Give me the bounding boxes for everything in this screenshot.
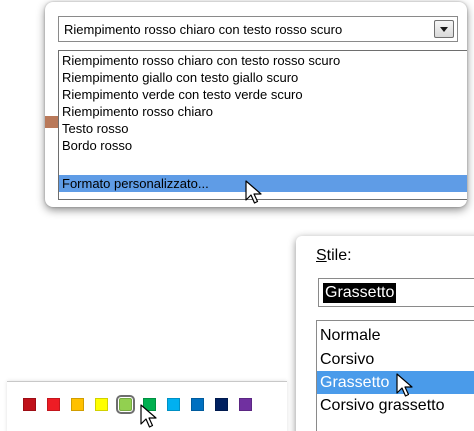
format-option[interactable]: Testo rosso (59, 120, 467, 137)
color-swatch[interactable] (47, 398, 60, 411)
style-input[interactable]: Grassetto (318, 278, 474, 307)
style-label-rest: tile: (326, 247, 352, 264)
format-options-list[interactable]: Riempimento rosso chiaro con testo rosso… (58, 50, 467, 200)
format-option[interactable]: Bordo rosso (59, 137, 467, 154)
format-option[interactable]: Riempimento giallo con testo giallo scur… (59, 69, 467, 86)
color-swatch[interactable] (191, 398, 204, 411)
color-swatch[interactable] (239, 398, 252, 411)
format-option[interactable]: Riempimento rosso chiaro con testo rosso… (59, 52, 467, 69)
style-label-access-key: S (316, 247, 327, 264)
style-option[interactable]: Normale (317, 324, 474, 347)
color-swatch-highlighted[interactable] (116, 395, 135, 414)
format-option-selected[interactable]: Formato personalizzato... (59, 175, 467, 192)
style-options-list[interactable]: Normale Corsivo Grassetto Corsivo grasse… (316, 320, 474, 431)
color-swatch[interactable] (215, 398, 228, 411)
style-option-selected[interactable]: Grassetto (317, 371, 474, 394)
style-label: Stile: (316, 247, 352, 265)
font-style-panel: Stile: Grassetto Normale Corsivo Grasset… (296, 236, 474, 431)
color-swatch[interactable] (95, 398, 108, 411)
screenshot-stage: Riempimento rosso chiaro con testo rosso… (0, 0, 474, 431)
color-swatch[interactable] (23, 398, 36, 411)
color-palette-panel (7, 381, 287, 431)
color-swatch[interactable] (167, 398, 180, 411)
style-option[interactable]: Corsivo grassetto (317, 394, 474, 417)
conditional-format-panel: Riempimento rosso chiaro con testo rosso… (45, 2, 467, 207)
format-option[interactable]: Riempimento rosso chiaro (59, 103, 467, 120)
dropdown-arrow-icon[interactable] (434, 20, 454, 38)
format-combobox[interactable]: Riempimento rosso chiaro con testo rosso… (58, 16, 458, 42)
color-swatch[interactable] (71, 398, 84, 411)
color-swatch[interactable] (143, 398, 156, 411)
format-combobox-value: Riempimento rosso chiaro con testo rosso… (64, 22, 343, 37)
style-option[interactable]: Corsivo (317, 348, 474, 371)
format-option[interactable]: Riempimento verde con testo verde scuro (59, 86, 467, 103)
style-input-value: Grassetto (323, 283, 397, 303)
